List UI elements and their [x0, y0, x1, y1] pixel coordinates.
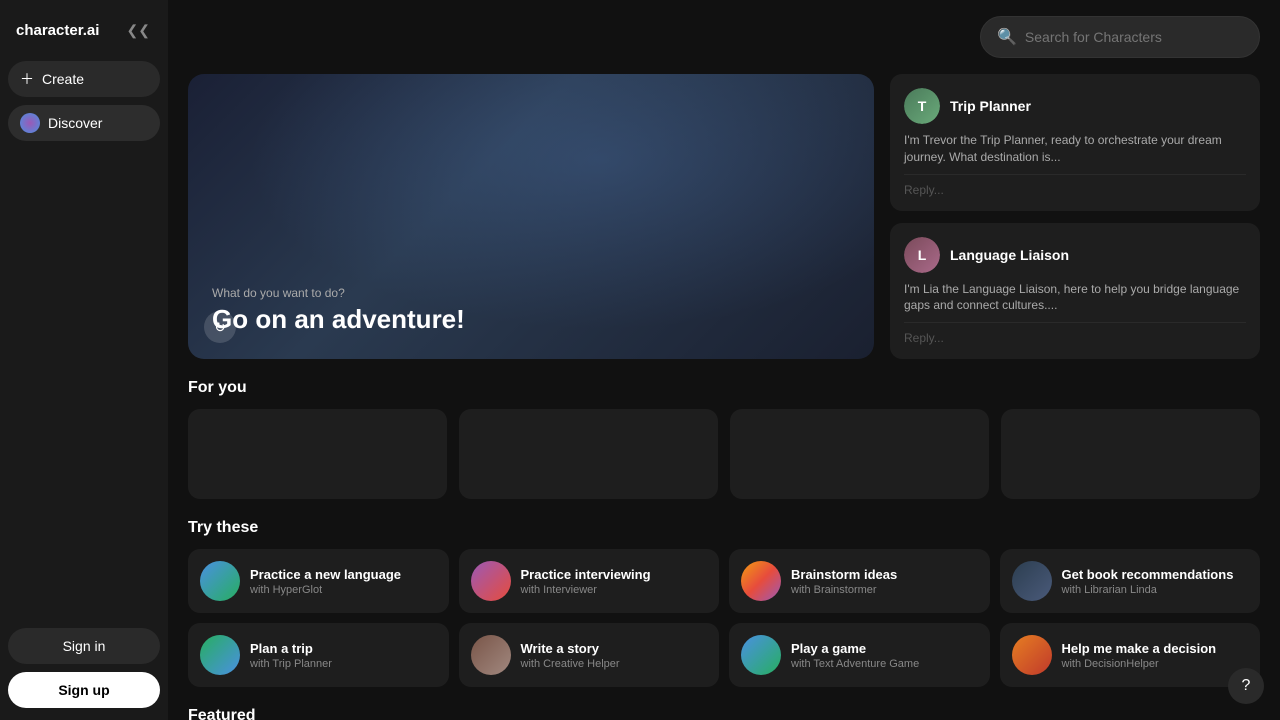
plus-icon: ＋ [20, 69, 34, 89]
try-card[interactable]: Play a game with Text Adventure Game [729, 623, 990, 687]
for-you-card[interactable] [188, 409, 447, 499]
try-these-grid: Practice a new language with HyperGlot P… [188, 549, 1260, 687]
try-title: Brainstorm ideas [791, 567, 897, 584]
discover-icon [20, 113, 40, 133]
try-title: Get book recommendations [1062, 567, 1234, 584]
try-title: Help me make a decision [1062, 641, 1217, 658]
try-subtitle: with Interviewer [521, 584, 651, 596]
try-card[interactable]: Help me make a decision with DecisionHel… [1000, 623, 1261, 687]
language-liaison-desc: I'm Lia the Language Liaison, here to he… [904, 281, 1246, 315]
try-card[interactable]: Brainstorm ideas with Brainstormer [729, 549, 990, 613]
language-liaison-name: Language Liaison [950, 247, 1069, 263]
try-title: Practice interviewing [521, 567, 651, 584]
for-you-section: For you [188, 379, 1260, 499]
search-icon: 🔍 [997, 27, 1017, 47]
language-liaison-reply[interactable]: Reply... [904, 322, 1246, 345]
hero-section: What do you want to do? Go on an adventu… [188, 74, 1260, 359]
sidebar-logo: character.ai ❮❮ [8, 12, 160, 49]
hero-prompt: What do you want to do? [212, 286, 850, 300]
header: 🔍 [188, 16, 1260, 58]
for-you-card[interactable] [459, 409, 718, 499]
create-button[interactable]: ＋ Create [8, 61, 160, 97]
try-subtitle: with Librarian Linda [1062, 584, 1234, 596]
search-bar[interactable]: 🔍 [980, 16, 1260, 58]
featured-section: Featured C Character Assistant By @lando… [188, 707, 1260, 720]
try-these-title: Try these [188, 519, 1260, 537]
try-icon [1012, 561, 1052, 601]
try-icon [741, 635, 781, 675]
for-you-title: For you [188, 379, 1260, 397]
try-card[interactable]: Write a story with Creative Helper [459, 623, 720, 687]
try-subtitle: with DecisionHelper [1062, 658, 1217, 670]
try-icon [200, 561, 240, 601]
try-icon [471, 635, 511, 675]
sidebar-bottom: Sign in Sign up [8, 628, 160, 708]
hero-card-header: L Language Liaison [904, 237, 1246, 273]
try-icon [741, 561, 781, 601]
featured-title: Featured [188, 707, 1260, 720]
collapse-button[interactable]: ❮❮ [125, 20, 152, 41]
sign-in-button[interactable]: Sign in [8, 628, 160, 664]
language-liaison-avatar: L [904, 237, 940, 273]
try-icon [200, 635, 240, 675]
hero-card-header: T Trip Planner [904, 88, 1246, 124]
sidebar: character.ai ❮❮ ＋ Create Discover Sign i… [0, 0, 168, 720]
try-icon [471, 561, 511, 601]
try-card[interactable]: Practice a new language with HyperGlot [188, 549, 449, 613]
try-subtitle: with Brainstormer [791, 584, 897, 596]
hero-title: Go on an adventure! [212, 304, 850, 335]
try-subtitle: with HyperGlot [250, 584, 401, 596]
help-button[interactable]: ? [1228, 668, 1264, 704]
trip-planner-name: Trip Planner [950, 98, 1031, 114]
sign-up-button[interactable]: Sign up [8, 672, 160, 708]
try-title: Play a game [791, 641, 919, 658]
try-icon [1012, 635, 1052, 675]
app-logo: character.ai [16, 22, 99, 39]
try-these-section: Try these Practice a new language with H… [188, 519, 1260, 687]
try-card[interactable]: Get book recommendations with Librarian … [1000, 549, 1261, 613]
avatar: L [904, 237, 940, 273]
try-title: Plan a trip [250, 641, 332, 658]
try-subtitle: with Text Adventure Game [791, 658, 919, 670]
trip-planner-desc: I'm Trevor the Trip Planner, ready to or… [904, 132, 1246, 166]
try-card[interactable]: Plan a trip with Trip Planner [188, 623, 449, 687]
main-content: 🔍 What do you want to do? Go on an adven… [168, 0, 1280, 720]
refresh-button[interactable]: ↻ [204, 311, 236, 343]
for-you-card[interactable] [1001, 409, 1260, 499]
for-you-card[interactable] [730, 409, 989, 499]
hero-banner: What do you want to do? Go on an adventu… [188, 74, 874, 359]
try-title: Write a story [521, 641, 620, 658]
trip-planner-reply[interactable]: Reply... [904, 174, 1246, 197]
hero-cards: T Trip Planner I'm Trevor the Trip Plann… [890, 74, 1260, 359]
trip-planner-avatar: T [904, 88, 940, 124]
hero-card-trip-planner[interactable]: T Trip Planner I'm Trevor the Trip Plann… [890, 74, 1260, 211]
try-subtitle: with Creative Helper [521, 658, 620, 670]
discover-button[interactable]: Discover [8, 105, 160, 141]
try-title: Practice a new language [250, 567, 401, 584]
try-subtitle: with Trip Planner [250, 658, 332, 670]
for-you-grid [188, 409, 1260, 499]
search-input[interactable] [1025, 29, 1243, 45]
try-card[interactable]: Practice interviewing with Interviewer [459, 549, 720, 613]
avatar: T [904, 88, 940, 124]
hero-card-language-liaison[interactable]: L Language Liaison I'm Lia the Language … [890, 223, 1260, 360]
